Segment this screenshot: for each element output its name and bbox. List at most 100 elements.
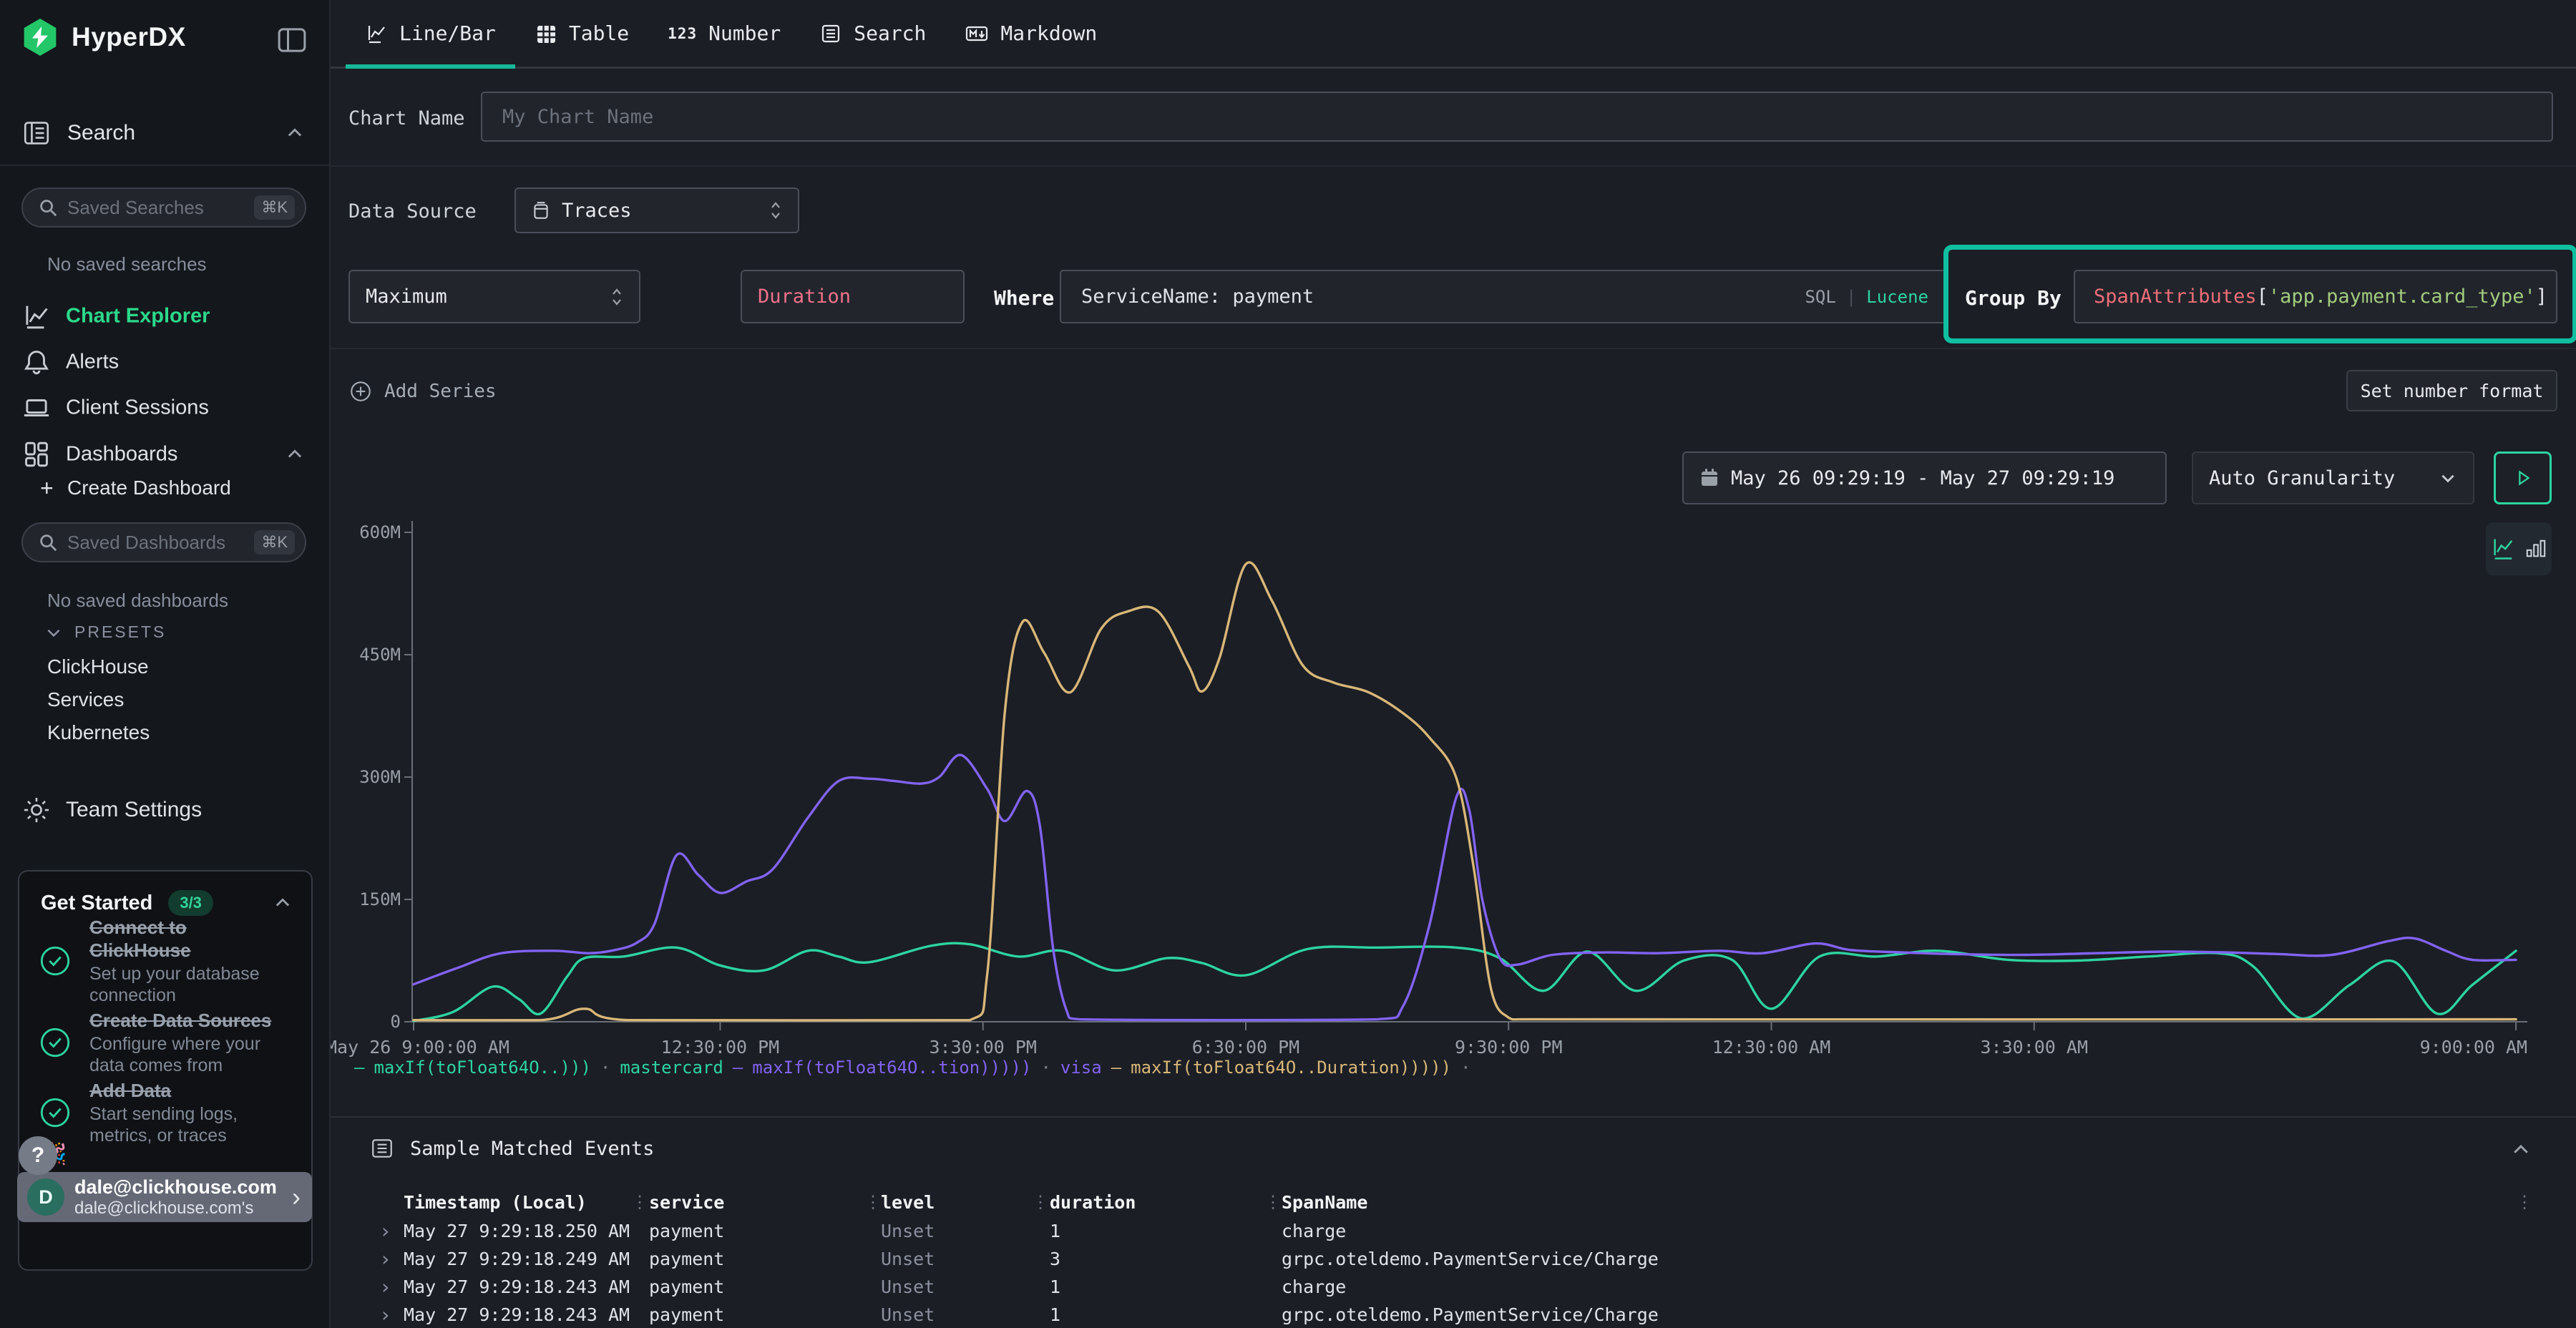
sidebar-collapse-icon[interactable] (276, 24, 308, 56)
svg-text:450M: 450M (359, 645, 401, 665)
get-started-item[interactable]: Create Data Sources Configure where your… (39, 1009, 297, 1076)
tab-table[interactable]: Table (515, 0, 648, 67)
table-icon (535, 22, 557, 45)
cell-timestamp: May 27 9:29:18.249 AM (404, 1245, 630, 1273)
bracket-open: [ (2257, 285, 2268, 308)
saved-searches-search[interactable]: ⌘K (21, 187, 306, 228)
column-header-level[interactable]: level (881, 1189, 935, 1215)
tab-label: Search (854, 21, 926, 45)
set-number-format-button[interactable]: Set number format (2346, 370, 2557, 411)
column-header-duration[interactable]: duration (1050, 1189, 1136, 1215)
column-header-service[interactable]: service (649, 1189, 724, 1215)
svg-text:300M: 300M (359, 767, 401, 787)
create-dashboard-button[interactable]: + Create Dashboard (0, 471, 331, 505)
bracket-close: ] (2536, 285, 2547, 308)
cell-spanname: grpc.oteldemo.PaymentService/Charge (1282, 1301, 1659, 1328)
where-label: Where (994, 286, 1054, 310)
column-header-timestamp[interactable]: Timestamp (Local) (404, 1189, 587, 1215)
date-range-picker[interactable]: May 26 09:29:19 - May 27 09:29:19 (1682, 451, 2167, 504)
column-resize-handle[interactable]: ⋮ (631, 1189, 648, 1215)
add-series-label: Add Series (384, 381, 497, 402)
saved-searches-input[interactable] (67, 197, 254, 219)
select-chevrons-icon (769, 199, 782, 222)
legend-label[interactable]: maxIf(toFloat64O..Duration))))) (1131, 1058, 1451, 1078)
cell-service: payment (649, 1301, 724, 1328)
legend-group-value[interactable]: mastercard (620, 1058, 723, 1078)
aggregation-select[interactable]: Maximum (348, 270, 640, 323)
timeseries-chart[interactable]: 0150M300M450M600MMay 26 9:00:00 AM12:30:… (392, 512, 2533, 1070)
granularity-select[interactable]: Auto Granularity (2192, 451, 2474, 504)
sidebar-item-alerts[interactable]: Alerts (0, 342, 331, 382)
tab-line-bar[interactable]: Line/Bar (346, 0, 515, 67)
sidebar-item-team-settings[interactable]: Team Settings (0, 790, 331, 830)
cell-level: Unset (881, 1245, 935, 1273)
column-resize-handle[interactable]: ⋮ (1032, 1189, 1049, 1215)
chevron-up-icon[interactable] (2510, 1139, 2532, 1161)
lucene-mode-toggle[interactable]: Lucene (1866, 287, 1928, 307)
select-chevrons-icon (610, 284, 623, 310)
group-by-function: SpanAttributes (2094, 285, 2257, 308)
dashboards-icon (21, 439, 52, 469)
group-by-field[interactable]: SpanAttributes['app.payment.card_type'] (2074, 270, 2557, 323)
group-by-argument: 'app.payment.card_type' (2268, 285, 2536, 308)
column-header-spanname[interactable]: SpanName (1282, 1189, 1367, 1215)
saved-dashboards-search[interactable]: ⌘K (21, 522, 306, 562)
get-started-item[interactable]: Add Data Start sending logs, metrics, or… (39, 1079, 297, 1146)
presets-header[interactable]: PRESETS (44, 622, 166, 642)
svg-text:9:30:00 PM: 9:30:00 PM (1455, 1037, 1563, 1058)
tab-search[interactable]: Search (800, 0, 945, 67)
number-123-icon: 123 (668, 25, 697, 42)
no-saved-dashboards-note: No saved dashboards (47, 590, 228, 612)
user-menu[interactable]: D dale@clickhouse.com dale@clickhouse.co… (17, 1172, 312, 1222)
cell-service: payment (649, 1273, 724, 1301)
chart-name-input[interactable] (482, 93, 2552, 140)
legend-label[interactable]: maxIf(toFloat64O..tion))))) (752, 1058, 1031, 1078)
sidebar-item-chart-explorer[interactable]: Chart Explorer (0, 296, 331, 336)
tab-number[interactable]: 123 Number (648, 0, 800, 67)
table-row[interactable]: › May 27 9:29:18.243 AM payment Unset 1 … (331, 1301, 2576, 1328)
where-field: SQL | Lucene (1060, 270, 1947, 323)
table-row[interactable]: › May 27 9:29:18.250 AM payment Unset 1 … (331, 1217, 2576, 1245)
tab-markdown[interactable]: Markdown (945, 0, 1116, 67)
no-saved-searches-note: No saved searches (47, 253, 207, 275)
legend-label[interactable]: maxIf(toFloat64O..))) (374, 1058, 590, 1078)
svg-text:12:30:00 AM: 12:30:00 AM (1712, 1037, 1831, 1058)
get-started-item[interactable]: Connect to ClickHouse Set up your databa… (39, 916, 297, 1006)
legend-dash: — (354, 1058, 364, 1078)
cell-level: Unset (881, 1217, 935, 1245)
run-query-button[interactable] (2494, 451, 2552, 504)
chart-legend: — maxIf(toFloat64O..))) · mastercard — m… (354, 1058, 2558, 1078)
laptop-icon (21, 393, 52, 423)
saved-dashboards-input[interactable] (67, 532, 254, 554)
table-row[interactable]: › May 27 9:29:18.249 AM payment Unset 3 … (331, 1245, 2576, 1273)
sidebar-item-client-sessions[interactable]: Client Sessions (0, 388, 331, 428)
cell-duration: 1 (1050, 1217, 1060, 1245)
column-resize-handle[interactable]: ⋮ (1264, 1189, 1282, 1215)
metric-field-select[interactable]: Duration (741, 270, 965, 323)
legend-group-value[interactable]: visa (1060, 1058, 1102, 1078)
check-circle-icon (39, 1027, 71, 1058)
search-section-header[interactable]: Search (0, 113, 331, 153)
column-resize-handle[interactable]: ⋮ (864, 1189, 882, 1215)
row-expander-icon[interactable]: › (379, 1245, 391, 1273)
table-row[interactable]: › May 27 9:29:18.243 AM payment Unset 1 … (331, 1273, 2576, 1301)
chevron-up-icon (285, 123, 305, 143)
cell-duration: 1 (1050, 1273, 1060, 1301)
preset-kubernetes[interactable]: Kubernetes (47, 721, 150, 744)
row-expander-icon[interactable]: › (379, 1217, 391, 1245)
add-series-button[interactable]: Add Series (348, 378, 497, 405)
help-button[interactable]: ? (19, 1136, 57, 1175)
preset-clickhouse[interactable]: ClickHouse (47, 655, 149, 678)
search-section-icon (21, 118, 52, 148)
chevron-up-icon[interactable] (273, 893, 293, 913)
get-started-item-title: Add Data (89, 1079, 287, 1102)
row-expander-icon[interactable]: › (379, 1273, 391, 1301)
sql-mode-toggle[interactable]: SQL (1805, 287, 1835, 307)
preset-services[interactable]: Services (47, 688, 124, 711)
shortcut-badge: ⌘K (254, 530, 295, 555)
table-options-kebab-icon[interactable]: ⋮ (2516, 1189, 2533, 1215)
svg-text:3:30:00 PM: 3:30:00 PM (929, 1037, 1037, 1058)
data-source-select[interactable]: Traces (514, 187, 799, 233)
row-expander-icon[interactable]: › (379, 1301, 391, 1328)
sidebar-item-dashboards[interactable]: Dashboards (0, 434, 331, 474)
